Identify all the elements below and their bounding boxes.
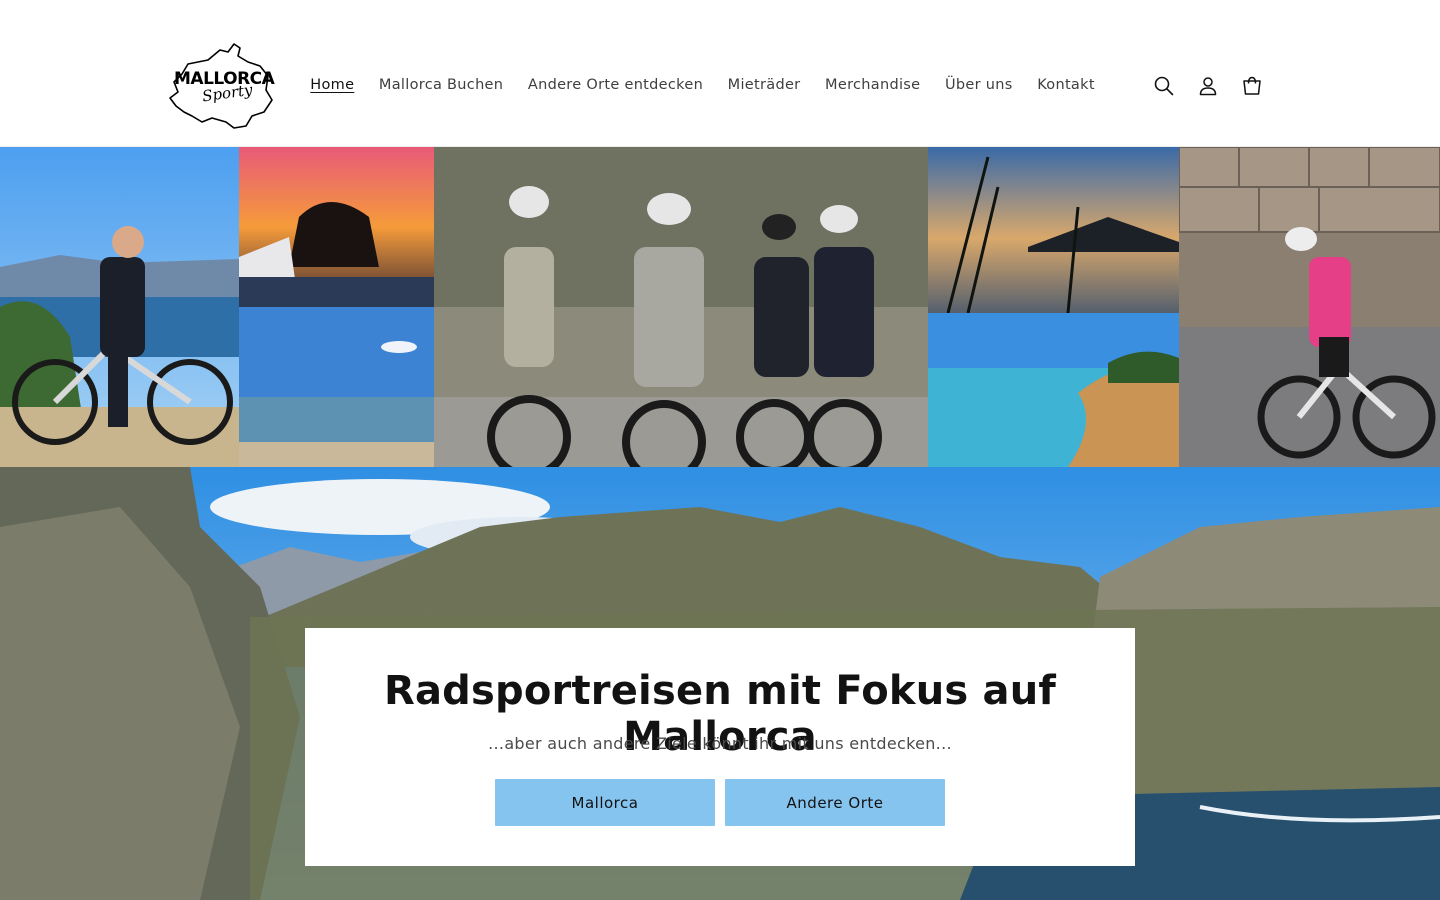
nav-kontakt[interactable]: Kontakt [1025,77,1107,93]
nav-mallorca-buchen[interactable]: Mallorca Buchen [367,77,516,93]
andere-orte-button[interactable]: Andere Orte [725,779,945,826]
nav-ueber-uns[interactable]: Über uns [933,77,1025,93]
hero-subtitle: ...aber auch andere Ziele könnt ihr mit … [488,734,952,753]
account-icon [1199,77,1217,96]
collage-photo-lake-dusk [928,147,1179,313]
hero-content-box: Radsportreisen mit Fokus auf Mallorca ..… [305,628,1135,866]
collage-photo-beach [239,307,434,467]
header-icons [1148,70,1280,102]
site-header: MALLORCA Sporty Home Mallorca Buchen And… [0,0,1440,147]
collage-photo-cyclist-coast [0,147,239,467]
nav-andere-orte-entdecken[interactable]: Andere Orte entdecken [516,77,716,93]
nav-mietraeder[interactable]: Mieträder [715,77,812,93]
account-button[interactable] [1192,70,1224,102]
collage-photo-bay [928,313,1179,467]
collage-photo-cyclist-wall [1179,147,1440,467]
nav-home[interactable]: Home [298,77,367,93]
photo-collage [0,147,1440,467]
collage-photo-group-ride [434,147,928,467]
cart-button[interactable] [1236,70,1268,102]
nav-merchandise[interactable]: Merchandise [813,77,933,93]
brand-logo[interactable]: MALLORCA Sporty [168,42,275,130]
main-navigation: Home Mallorca Buchen Andere Orte entdeck… [298,72,1107,98]
mallorca-button[interactable]: Mallorca [495,779,715,826]
collage-photo-sunset [239,147,434,307]
search-icon [1154,76,1174,96]
search-button[interactable] [1148,70,1180,102]
cart-icon [1243,76,1261,95]
